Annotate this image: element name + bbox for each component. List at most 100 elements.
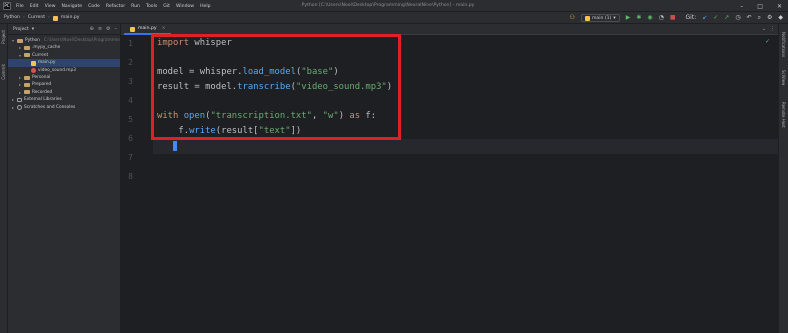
chevron-right-icon[interactable]: ▸ [18,89,22,96]
menu-edit[interactable]: Edit [30,4,39,9]
menu-tools[interactable]: Tools [146,4,157,9]
chevron-right-icon[interactable]: ▸ [18,44,22,51]
tab-bar-tools: ⌄ ⋮ [762,26,775,32]
maximize-icon[interactable]: □ [757,3,763,10]
breadcrumb-python[interactable]: Python [4,15,20,20]
project-tool-button[interactable]: Project [1,30,6,44]
code-highlight-box [151,34,401,140]
folder-icon [24,83,30,88]
breadcrumb-current[interactable]: Current [28,15,45,20]
run-icon[interactable]: ▶ [626,14,631,22]
text-caret [173,141,177,151]
inspection-ok-icon[interactable]: ✓ [765,38,770,45]
search-icon[interactable]: ⌕ [758,14,761,22]
git-update-icon[interactable]: ↙ [702,14,707,22]
breadcrumb-main-py[interactable]: main.py [61,15,80,20]
profile-icon[interactable]: ◔ [659,14,664,22]
remote-host-tool-button[interactable]: Remote Host [781,102,786,128]
close-icon[interactable]: ✕ [777,3,782,10]
chevron-right-icon[interactable]: ▸ [18,74,22,81]
tab-label: main.py [138,26,157,31]
tree-item-video-sound[interactable]: video_sound.mp3 [8,67,120,74]
menu-git[interactable]: Git [163,4,170,9]
collapse-all-icon[interactable]: ≡ [98,26,102,32]
locate-icon[interactable]: ⊕ [90,26,94,32]
tree-item-prepared[interactable]: ▸ Prepared [8,81,120,88]
title-bar: PC File Edit View Navigate Code Refactor… [0,0,788,12]
more-icon[interactable]: ⋮ [770,26,775,32]
menu-view[interactable]: View [45,4,56,9]
line-number: 7 [128,153,133,162]
git-label: Git: [685,14,697,21]
settings-icon[interactable]: ⚙ [767,14,772,22]
library-icon [17,97,22,102]
menu-code[interactable]: Code [88,4,100,9]
menu-navigate[interactable]: Navigate [62,4,83,9]
tree-item-personal[interactable]: ▸ Personal [8,74,120,81]
commit-tool-button[interactable]: Commit [1,64,6,80]
menu-help[interactable]: Help [200,4,210,9]
line-number: 2 [128,58,133,67]
run-config-selector[interactable]: main (1) ▾ [580,14,620,22]
current-line-highlight [153,139,778,154]
window-controls: – □ ✕ [740,0,782,12]
python-file-icon [52,15,58,21]
project-view-selector[interactable]: Project [13,27,29,32]
line-number: 4 [128,96,133,105]
project-header-tools: ⊕ ≡ ⚙ – [90,26,117,32]
menu-run[interactable]: Run [131,4,140,9]
menu-file[interactable]: File [16,4,24,9]
stop-icon[interactable]: ■ [670,14,676,22]
tree-item-label: main.py [38,60,56,66]
coverage-icon[interactable]: ◉ [647,14,652,22]
chevron-right-icon[interactable]: ▸ [11,96,15,103]
tree-item-mypy-cache[interactable]: ▸ .mypy_cache [8,44,120,51]
tree-item-external-libraries[interactable]: ▸ External Libraries [8,96,120,103]
tree-item-main-py[interactable]: main.py [8,59,120,67]
recent-files-icon[interactable]: ⌄ [762,26,766,32]
chevron-down-icon[interactable]: ▾ [11,37,15,44]
tree-item-scratches[interactable]: ▸ Scratches and Consoles [8,104,120,111]
git-push-icon[interactable]: ↗ [724,14,729,22]
run-config-label: main (1) [591,15,612,21]
chevron-right-icon: › [22,15,25,20]
tree-item-label: video_sound.mp3 [38,67,76,73]
tree-item-python-root[interactable]: ▾ Python C:\Users\Noel\Desktop\Programmi… [8,37,120,44]
chevron-down-icon[interactable]: ▾ [18,52,22,59]
line-number: 5 [128,115,133,124]
tree-item-recorded[interactable]: ▸ Recorded [8,89,120,96]
left-tool-strip: Project Commit [0,24,8,333]
rollback-icon[interactable]: ↶ [747,14,752,22]
tree-item-label: .mypy_cache [32,45,61,51]
line-number-gutter: 1 2 3 4 5 6 7 8 [121,35,153,333]
debug-icon[interactable]: ✱ [636,14,641,22]
git-commit-icon[interactable]: ✓ [713,14,718,22]
tree-item-label: Current [32,52,49,58]
project-panel: Project ▾ ⊕ ≡ ⚙ – ▾ Python C:\Users\Noel… [8,24,121,333]
breadcrumb: Python › Current › main.py [4,15,80,21]
tree-item-path: C:\Users\Noel\Desktop\Programmin [43,38,120,43]
close-tab-icon[interactable]: × [162,26,166,31]
menu-refactor[interactable]: Refactor [106,4,125,9]
history-icon[interactable]: ◷ [735,14,740,22]
folder-icon [24,75,30,80]
folder-icon [24,90,30,95]
line-number: 6 [128,134,133,143]
line-number: 8 [128,172,133,181]
minimize-icon[interactable]: – [740,3,743,10]
line-number: 3 [128,77,133,86]
tree-item-label: External Libraries [24,97,62,103]
tree-item-current[interactable]: ▾ Current [8,52,120,59]
chevron-right-icon[interactable]: ▸ [18,81,22,88]
menu-window[interactable]: Window [176,4,194,9]
notifications-tool-button[interactable]: Notifications [781,32,786,57]
main-menu: File Edit View Navigate Code Refactor Ru… [16,0,211,12]
add-user-icon[interactable]: ⚇ [570,14,575,22]
tree-item-label: Python [25,38,40,43]
chevron-down-icon[interactable]: ▾ [32,27,34,32]
gear-icon[interactable]: ⚙ [106,26,110,32]
folder-icon [24,46,30,51]
chevron-right-icon[interactable]: ▸ [11,104,15,111]
hide-icon[interactable]: – [115,26,118,32]
sciview-tool-button[interactable]: SciView [781,70,786,85]
